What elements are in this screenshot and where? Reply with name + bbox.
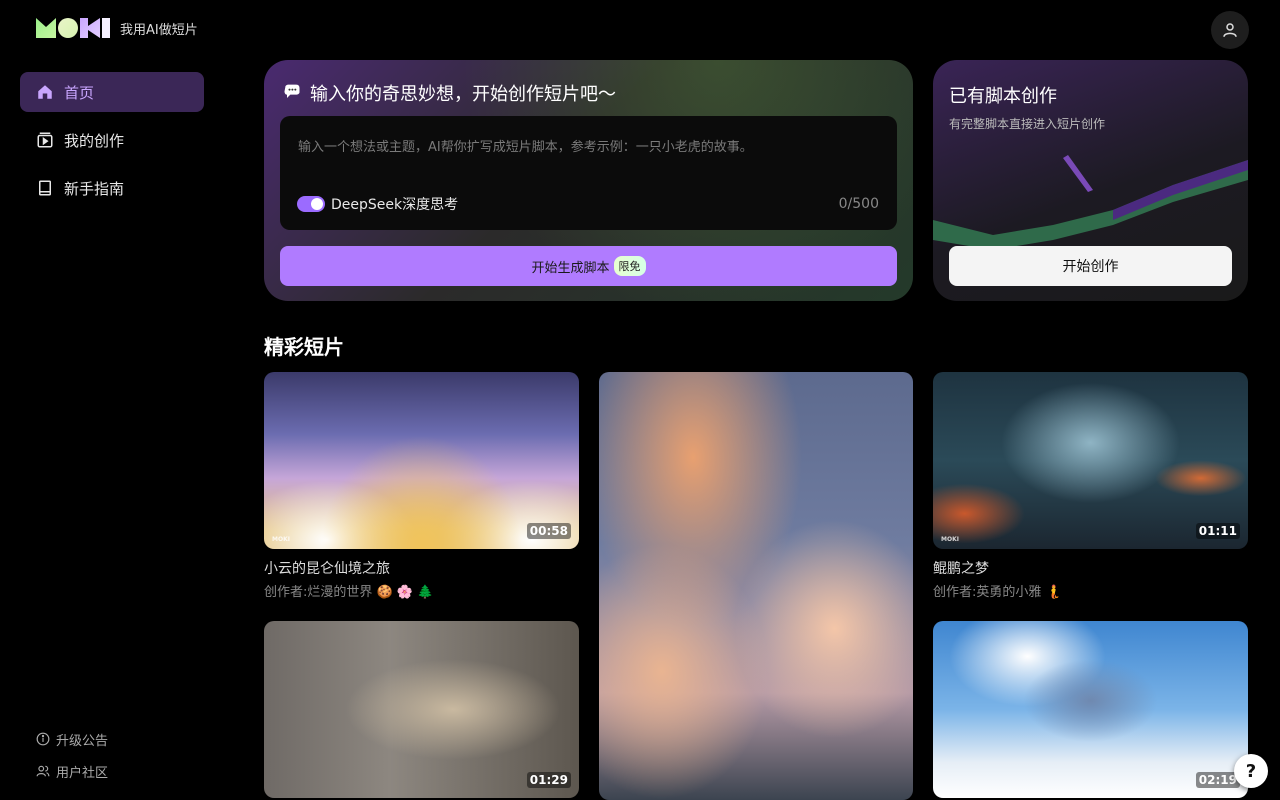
gallery-title: 精彩短片	[264, 335, 344, 359]
watermark-logo: MOKI	[272, 536, 290, 543]
idea-input-placeholder: 输入一个想法或主题，AI帮你扩写成短片脚本，参考示例：一只小老虎的故事。	[298, 140, 753, 155]
upgrade-notice-link[interactable]: 升级公告	[36, 728, 108, 750]
video-card-thumbnail[interactable]: MOKI 01:11	[933, 372, 1248, 549]
watermark-logo: MOKI	[941, 536, 959, 543]
sidebar-item-label: 新手指南	[64, 179, 125, 198]
video-card-author: 创作者:英勇的小雅 🧜	[933, 585, 1062, 600]
home-icon	[38, 85, 52, 99]
community-link[interactable]: 用户社区	[36, 760, 108, 782]
video-card-title[interactable]: 小云的昆仑仙境之旅	[264, 558, 390, 578]
video-card-title[interactable]: 鲲鹏之梦	[933, 558, 989, 578]
chat-bubble-icon	[284, 84, 300, 98]
script-card-title: 已有脚本创作	[949, 86, 1057, 107]
create-card-title: 输入你的奇思妙想，开始创作短片吧～	[282, 80, 616, 106]
video-duration: 01:11	[1195, 523, 1240, 539]
sidebar-item-guide[interactable]: 新手指南	[20, 168, 204, 208]
sidebar-nav: 首页 我的创作 新手指南	[20, 72, 204, 216]
deepseek-toggle[interactable]	[297, 196, 325, 212]
brand-logo-mark	[36, 18, 110, 38]
logo[interactable]: 我用AI做短片	[36, 18, 198, 38]
footer-link-label: 升级公告	[56, 733, 109, 749]
brand-slogan: 我用AI做短片	[120, 22, 198, 38]
video-card-thumbnail[interactable]	[599, 372, 913, 800]
deepseek-toggle-label: DeepSeek深度思考	[331, 197, 459, 213]
video-duration: 01:29	[526, 772, 571, 788]
video-card-thumbnail[interactable]: 01:29	[264, 621, 579, 798]
help-button[interactable]: ?	[1234, 754, 1268, 788]
sidebar-item-label: 首页	[64, 83, 95, 102]
book-icon	[39, 180, 51, 196]
sidebar-item-home[interactable]: 首页	[20, 72, 204, 112]
user-icon	[1223, 23, 1237, 37]
user-avatar-button[interactable]	[1211, 11, 1249, 49]
idea-input[interactable]: 输入一个想法或主题，AI帮你扩写成短片脚本，参考示例：一只小老虎的故事。 Dee…	[280, 116, 897, 230]
ribbon-illustration	[933, 155, 1248, 250]
existing-script-card: 已有脚本创作 有完整脚本直接进入短片创作 开始创作	[933, 60, 1248, 301]
free-badge: 限免	[613, 256, 646, 276]
idea-create-card: 输入你的奇思妙想，开始创作短片吧～ 输入一个想法或主题，AI帮你扩写成短片脚本，…	[264, 60, 913, 301]
create-title-text: 输入你的奇思妙想，开始创作短片吧～	[310, 84, 616, 105]
footer-link-label: 用户社区	[56, 765, 109, 781]
sidebar-item-label: 我的创作	[64, 131, 125, 150]
video-card-author: 创作者:烂漫的世界 🍪 🌸 🌲	[264, 585, 434, 600]
deepseek-toggle-row: DeepSeek深度思考	[297, 194, 458, 214]
sidebar-item-my-creations[interactable]: 我的创作	[20, 120, 204, 160]
video-folder-icon	[37, 132, 53, 148]
generate-script-label: 开始生成脚本	[531, 260, 610, 276]
char-counter: 0/500	[838, 196, 879, 212]
video-card-thumbnail[interactable]: 02:19	[933, 621, 1248, 798]
users-icon	[36, 765, 50, 777]
script-card-subtitle: 有完整脚本直接进入短片创作	[949, 117, 1106, 131]
sidebar-footer: 升级公告 用户社区	[36, 728, 108, 792]
start-creation-button[interactable]: 开始创作	[949, 246, 1232, 286]
video-duration: 00:58	[526, 523, 571, 539]
info-icon	[36, 732, 50, 746]
video-card-thumbnail[interactable]: MOKI 00:58	[264, 372, 579, 549]
generate-script-button[interactable]: 开始生成脚本 限免	[280, 246, 897, 286]
